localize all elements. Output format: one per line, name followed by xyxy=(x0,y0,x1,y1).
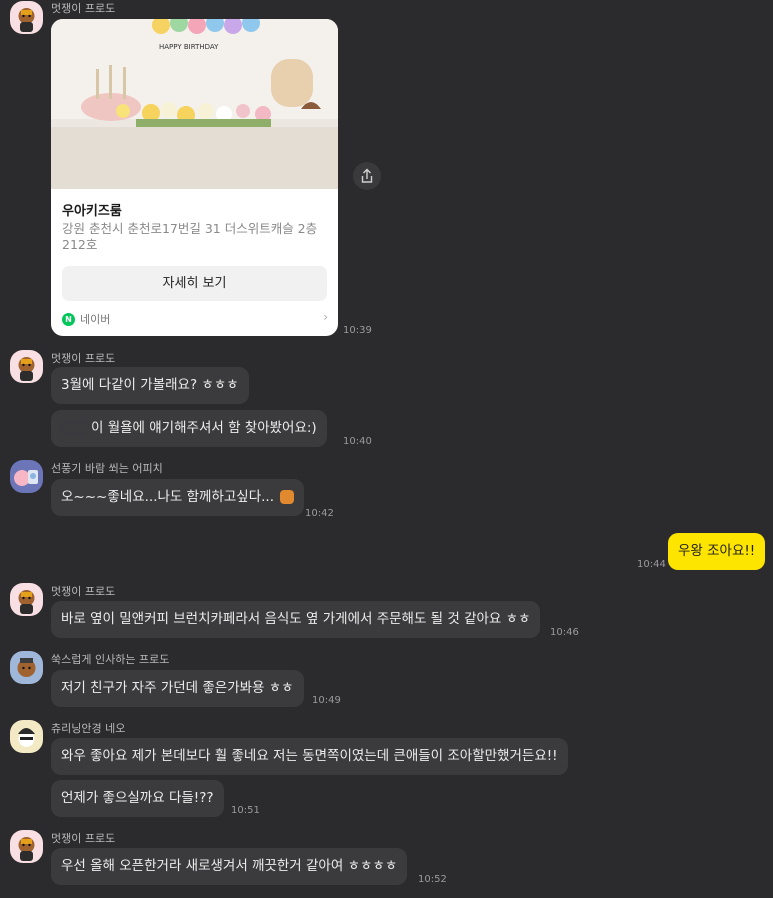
naver-icon: N xyxy=(62,312,75,326)
redacted-name xyxy=(61,421,91,435)
chat-room: 멋쟁이 프로도 HAPPY BIRTHDAY 우아키즈룸 강원 춘천시 춘천로1… xyxy=(0,0,773,898)
sender-name: 선풍기 바람 쐬는 어피치 xyxy=(51,462,163,475)
message-time: 10:51 xyxy=(231,805,260,816)
view-details-button[interactable]: 자세히 보기 xyxy=(62,266,327,301)
avatar-frodo[interactable] xyxy=(10,583,43,616)
share-icon xyxy=(361,168,373,183)
message-bubble[interactable]: 바로 옆이 밀앤커피 브런치카페라서 음식도 옆 가게에서 주문해도 될 것 같… xyxy=(51,601,541,638)
avatar-neo[interactable] xyxy=(10,720,43,753)
card-title: 우아키즈룸 xyxy=(62,204,122,219)
chevron-right-icon: › xyxy=(323,310,328,324)
message-bubble[interactable]: 오~~~좋네요...나도 함께하고싶다... xyxy=(51,479,305,516)
sender-name: 멋쟁이 프로도 xyxy=(51,832,116,845)
message-time: 10:52 xyxy=(418,874,447,885)
banner-text: HAPPY BIRTHDAY xyxy=(159,43,219,51)
link-preview-card[interactable]: HAPPY BIRTHDAY 우아키즈룸 강원 춘천시 춘천로17번길 31 더… xyxy=(51,19,338,336)
sender-name: 쑥스럽게 인사하는 프로도 xyxy=(51,653,170,666)
card-source-label: 네이버 xyxy=(80,313,111,326)
message-text: 와우 좋아요 제가 본데보다 훨 좋네요 저는 동면쪽이였는데 큰애들이 조아할… xyxy=(61,748,558,764)
message-text: 우선 올해 오픈한거라 새로생겨서 깨끗한거 같아여 ㅎㅎㅎㅎ xyxy=(61,858,398,874)
message-text: 저기 친구가 자주 가던데 좋은가봐용 ㅎㅎ xyxy=(61,680,294,696)
message-text: 3월에 다같이 가볼래요? ㅎㅎㅎ xyxy=(61,377,239,393)
message-text: 언제가 좋으실까요 다들!?? xyxy=(61,790,214,806)
card-source[interactable]: N 네이버 xyxy=(62,311,110,327)
avatar-frodo[interactable] xyxy=(10,350,43,383)
message-bubble[interactable]: 저기 친구가 자주 가던데 좋은가봐용 ㅎㅎ xyxy=(51,670,304,707)
message-text: 오~~~좋네요...나도 함께하고싶다... xyxy=(61,489,275,505)
message-bubble[interactable]: 와우 좋아요 제가 본데보다 훨 좋네요 저는 동면쪽이였는데 큰애들이 조아할… xyxy=(51,738,568,775)
sender-name: 멋쟁이 프로도 xyxy=(51,2,116,15)
share-button[interactable] xyxy=(353,162,381,190)
message-text: 우왕 조아요!! xyxy=(678,543,756,559)
sender-name: 멋쟁이 프로도 xyxy=(51,585,116,598)
message-bubble[interactable]: 언제가 좋으실까요 다들!?? xyxy=(51,780,224,817)
message-text: 바로 옆이 밀앤커피 브런치카페라서 음식도 옆 가게에서 주문해도 될 것 같… xyxy=(61,611,531,627)
message-time: 10:49 xyxy=(312,695,341,706)
avatar-apeach[interactable] xyxy=(10,460,43,493)
my-message-bubble[interactable]: 우왕 조아요!! xyxy=(668,533,766,570)
avatar-frodo[interactable] xyxy=(10,830,43,863)
message-time: 10:46 xyxy=(550,627,579,638)
message-bubble[interactable]: 우선 올해 오픈한거라 새로생겨서 깨끗한거 같아여 ㅎㅎㅎㅎ xyxy=(51,848,408,885)
message-time: 10:40 xyxy=(343,436,372,447)
avatar-frodo[interactable] xyxy=(10,1,43,34)
message-time: 10:39 xyxy=(343,325,372,336)
sender-name: 멋쟁이 프로도 xyxy=(51,352,116,365)
card-address: 강원 춘천시 춘천로17번길 31 더스위트캐슬 2층 212호 xyxy=(62,221,318,252)
message-bubble[interactable]: 3월에 다같이 가볼래요? ㅎㅎㅎ xyxy=(51,367,249,404)
message-time: 10:42 xyxy=(305,508,334,519)
tiger-emoji-icon xyxy=(280,490,295,504)
sender-name: 츄리닝안경 네오 xyxy=(51,722,126,735)
message-text: 이 월욜에 얘기해주셔서 함 찾아봤어요:) xyxy=(91,420,317,436)
venue-photo: HAPPY BIRTHDAY xyxy=(51,19,338,189)
avatar-shy-frodo[interactable] xyxy=(10,651,43,684)
message-bubble[interactable]: 이 월욜에 얘기해주셔서 함 찾아봤어요:) xyxy=(51,410,327,447)
message-time: 10:44 xyxy=(637,559,666,570)
